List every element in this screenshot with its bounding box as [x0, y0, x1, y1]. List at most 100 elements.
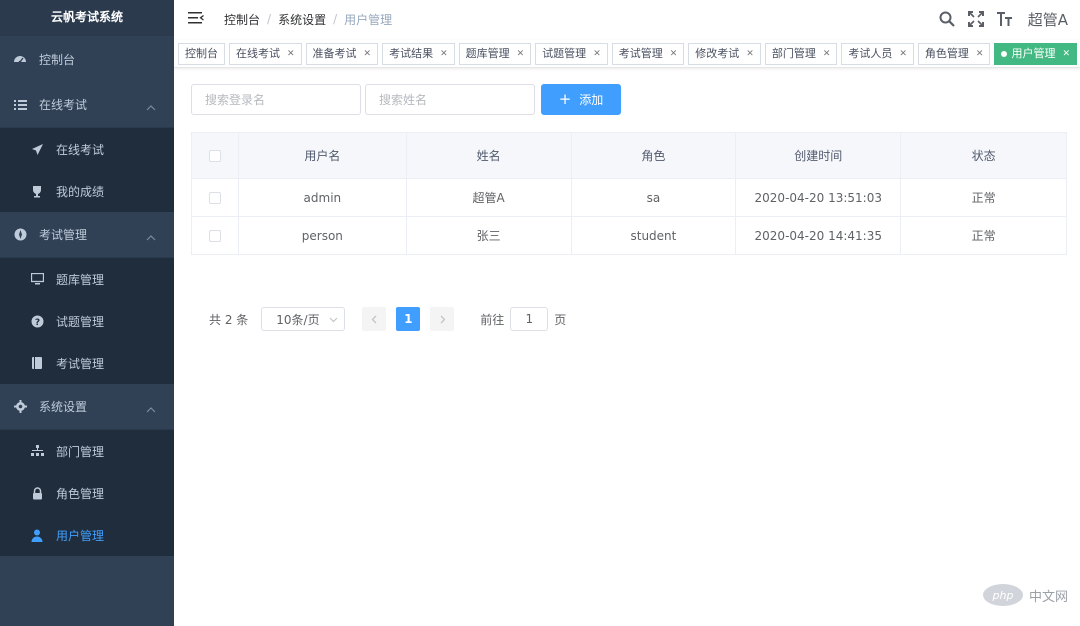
active-dot-icon: [1001, 50, 1008, 57]
close-icon[interactable]: ✕: [440, 44, 448, 64]
monitor-icon: [30, 272, 44, 286]
tag-item-active[interactable]: 用户管理 ✕: [994, 42, 1078, 65]
close-icon[interactable]: ✕: [899, 44, 907, 64]
next-page-button[interactable]: [430, 307, 455, 331]
created-time-cell: 2020-04-20 14:41:35: [735, 216, 902, 255]
column-header: 角色: [570, 132, 737, 179]
tag-label: 角色管理: [924, 46, 969, 60]
sidebar-item-exam-management[interactable]: 考试管理: [0, 342, 174, 384]
submenu-system-settings: 部门管理 角色管理 用户管理: [0, 430, 174, 556]
row-checkbox[interactable]: [208, 192, 221, 204]
close-icon[interactable]: ✕: [517, 44, 525, 64]
row-checkbox[interactable]: [208, 230, 221, 242]
sidebar-item-label: 我的成绩: [56, 184, 105, 199]
app-root: 云帆考试系统 控制台 在线考试 在线考试 我的成绩 考试管理 题库管理 ? 试题…: [0, 0, 1080, 626]
tag-dashboard[interactable]: 控制台: [178, 42, 225, 65]
prev-page-button[interactable]: [362, 307, 387, 331]
page-jump-input[interactable]: [510, 307, 549, 331]
search-icon[interactable]: [938, 10, 956, 28]
tag-label: 用户管理: [1011, 46, 1056, 60]
tag-item[interactable]: 角色管理 ✕: [917, 42, 991, 65]
table-header-row: 用户名 姓名 角色 创建时间 状态: [191, 132, 1067, 179]
trophy-icon: [30, 184, 44, 198]
username-link[interactable]: admin: [237, 178, 407, 217]
tag-item[interactable]: 考试人员 ✕: [841, 42, 914, 65]
sidebar-group-label: 系统设置: [39, 400, 88, 414]
chevron-up-icon: [146, 100, 156, 114]
list-icon: [13, 98, 27, 112]
page-number-current[interactable]: 1: [396, 307, 421, 331]
org-chart-icon: [30, 444, 44, 458]
sidebar-item-online-exam[interactable]: 在线考试: [0, 128, 174, 170]
sidebar-item-question-management[interactable]: ? 试题管理: [0, 300, 174, 342]
sidebar-group-label: 在线考试: [39, 98, 88, 112]
sidebar-group-system-settings[interactable]: 系统设置: [0, 384, 174, 430]
tag-label: 控制台: [185, 46, 218, 60]
close-icon[interactable]: ✕: [976, 44, 984, 64]
tag-item[interactable]: 题库管理 ✕: [458, 42, 532, 65]
navbar: 控制台 / 系统设置 / 用户管理 超管A: [174, 0, 1080, 38]
close-icon[interactable]: ✕: [287, 44, 295, 64]
close-icon[interactable]: ✕: [823, 44, 831, 64]
name-cell: 张三: [405, 216, 572, 255]
hamburger-icon[interactable]: [188, 11, 204, 27]
tag-label: 考试结果: [389, 46, 434, 60]
text-size-icon[interactable]: [996, 10, 1014, 28]
close-icon[interactable]: ✕: [364, 44, 372, 64]
breadcrumb-current: 用户管理: [344, 12, 393, 27]
tag-label: 在线考试: [236, 46, 280, 60]
tag-item[interactable]: 修改考试 ✕: [688, 42, 761, 65]
select-all-checkbox[interactable]: [208, 150, 221, 162]
sidebar-item-role[interactable]: 角色管理: [0, 472, 174, 514]
sidebar-item-label: 在线考试: [56, 142, 105, 157]
sidebar-item-my-scores[interactable]: 我的成绩: [0, 170, 174, 212]
lock-icon: [30, 486, 44, 500]
close-icon[interactable]: ✕: [1062, 44, 1070, 64]
user-name-dropdown[interactable]: 超管A: [1028, 9, 1068, 30]
tag-item[interactable]: 考试结果 ✕: [382, 42, 455, 65]
gear-icon: [13, 400, 27, 414]
sidebar-item-question-bank[interactable]: 题库管理: [0, 258, 174, 300]
close-icon[interactable]: ✕: [670, 44, 678, 64]
plus-icon: +: [558, 90, 572, 108]
filter-bar: + 添加: [191, 84, 621, 115]
chevron-up-icon: [146, 402, 156, 416]
sidebar-item-label: 控制台: [39, 52, 76, 67]
breadcrumb-item[interactable]: 控制台: [224, 11, 260, 28]
column-header: 创建时间: [735, 132, 902, 179]
page-size-select[interactable]: 10条/页: [261, 307, 346, 331]
chevron-down-icon: [329, 313, 338, 327]
tag-item[interactable]: 在线考试 ✕: [229, 42, 302, 65]
php-logo: php: [982, 584, 1023, 606]
sidebar-group-exam-management[interactable]: 考试管理: [0, 212, 174, 258]
tag-label: 考试人员: [848, 46, 893, 60]
username-link[interactable]: person: [237, 216, 407, 255]
tag-item[interactable]: 部门管理 ✕: [764, 42, 838, 65]
status-cell: 正常: [900, 178, 1067, 217]
sidebar-item-user[interactable]: 用户管理: [0, 514, 174, 556]
app-logo-title: 云帆考试系统: [0, 0, 174, 36]
breadcrumb-item[interactable]: 系统设置: [278, 11, 326, 28]
tag-item[interactable]: 准备考试 ✕: [305, 42, 379, 65]
name-search-input[interactable]: [365, 84, 535, 115]
sidebar-item-label: 考试管理: [56, 356, 105, 371]
sidebar-group-online-exam[interactable]: 在线考试: [0, 82, 174, 128]
breadcrumb-separator: /: [333, 12, 338, 26]
paper-plane-icon: [30, 142, 44, 156]
tags-view: 控制台 在线考试 ✕ 准备考试 ✕ 考试结果 ✕ 题库管理 ✕ 试题管理 ✕ 考试管理 ✕ …: [174, 40, 1080, 68]
question-circle-icon: ?: [30, 314, 44, 328]
sidebar-item-dashboard[interactable]: 控制台: [0, 36, 174, 82]
close-icon[interactable]: ✕: [746, 44, 754, 64]
tag-label: 修改考试: [695, 46, 740, 60]
submenu-exam-management: 题库管理 ? 试题管理 考试管理: [0, 258, 174, 384]
fullscreen-icon[interactable]: [967, 10, 985, 28]
tag-item[interactable]: 考试管理 ✕: [611, 42, 685, 65]
user-table: 用户名 姓名 角色 创建时间 状态 admin 超管A sa 2020-04-2…: [191, 132, 1067, 255]
close-icon[interactable]: ✕: [593, 44, 601, 64]
sidebar-item-label: 题库管理: [56, 272, 105, 287]
right-menu: 超管A: [927, 0, 1068, 38]
login-name-search-input[interactable]: [191, 84, 361, 115]
sidebar-item-department[interactable]: 部门管理: [0, 430, 174, 472]
add-button[interactable]: + 添加: [541, 84, 621, 115]
tag-item[interactable]: 试题管理 ✕: [535, 42, 608, 65]
